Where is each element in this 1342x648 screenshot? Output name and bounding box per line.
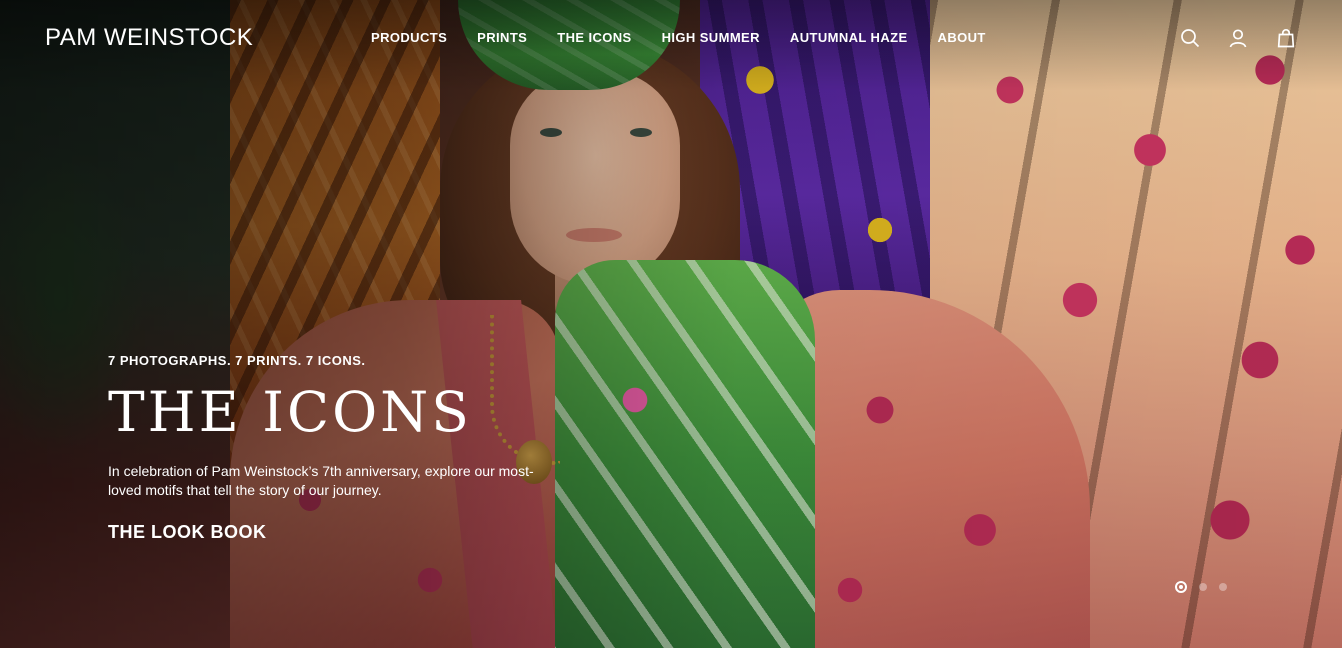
bag-icon[interactable] <box>1276 28 1296 48</box>
brand-logo[interactable]: PAM WEINSTOCK <box>45 24 253 52</box>
site-header: PAM WEINSTOCK PRODUCTS PRINTS THE ICONS … <box>0 0 1342 78</box>
nav-item-about[interactable]: ABOUT <box>938 30 986 45</box>
slide-dot-3[interactable] <box>1219 583 1227 591</box>
nav-item-prints[interactable]: PRINTS <box>477 30 527 45</box>
account-icon[interactable] <box>1228 28 1248 48</box>
nav-item-high-summer[interactable]: HIGH SUMMER <box>662 30 760 45</box>
nav-item-the-icons[interactable]: THE ICONS <box>557 30 631 45</box>
main-nav: PRODUCTS PRINTS THE ICONS HIGH SUMMER AU… <box>371 30 986 45</box>
nav-item-products[interactable]: PRODUCTS <box>371 30 447 45</box>
hero-headline: THE ICONS <box>108 380 472 444</box>
slide-dot-2[interactable] <box>1199 583 1207 591</box>
hero-eyebrow: 7 PHOTOGRAPHS. 7 PRINTS. 7 ICONS. <box>108 353 366 368</box>
hero-overlay <box>0 0 1342 648</box>
slider-pagination <box>1175 581 1227 593</box>
header-utility-icons <box>1180 28 1296 48</box>
slide-dot-1[interactable] <box>1175 581 1187 593</box>
nav-item-autumnal-haze[interactable]: AUTUMNAL HAZE <box>790 30 908 45</box>
look-book-link[interactable]: THE LOOK BOOK <box>108 522 267 543</box>
hero-banner: PAM WEINSTOCK PRODUCTS PRINTS THE ICONS … <box>0 0 1342 648</box>
hero-description: In celebration of Pam Weinstock’s 7th an… <box>108 463 534 498</box>
search-icon[interactable] <box>1180 28 1200 48</box>
hero-copy: 7 PHOTOGRAPHS. 7 PRINTS. 7 ICONS. THE IC… <box>108 353 548 543</box>
